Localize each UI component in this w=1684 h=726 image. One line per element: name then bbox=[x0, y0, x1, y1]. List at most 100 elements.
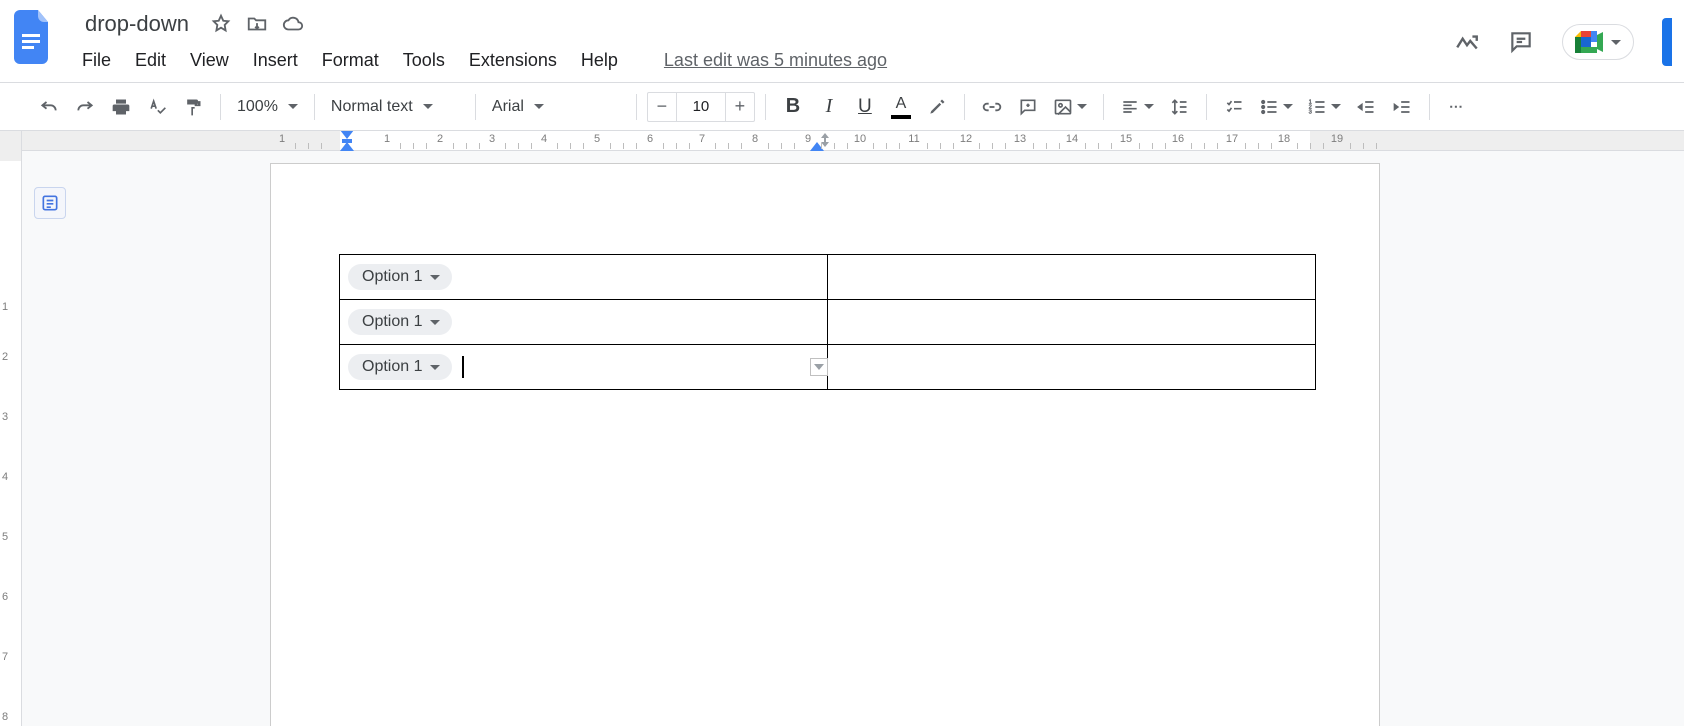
caret-down-icon bbox=[288, 104, 298, 109]
underline-button[interactable]: U bbox=[848, 90, 882, 124]
ruler-tick: 10 bbox=[854, 133, 866, 145]
document-title[interactable]: drop-down bbox=[78, 8, 196, 40]
more-tools-button[interactable]: ⋯ bbox=[1440, 90, 1474, 124]
ruler-tick: 7 bbox=[2, 651, 8, 663]
ruler-tick: 3 bbox=[2, 411, 8, 423]
table-cell[interactable] bbox=[828, 345, 1316, 390]
table-row[interactable]: Option 1 bbox=[340, 255, 1316, 300]
caret-down-icon bbox=[1077, 104, 1087, 109]
ruler-tick: 6 bbox=[647, 133, 653, 145]
ruler-tick: 17 bbox=[1226, 133, 1238, 145]
last-edit-link[interactable]: Last edit was 5 minutes ago bbox=[664, 50, 887, 71]
dropdown-chip[interactable]: Option 1 bbox=[348, 354, 452, 380]
dropdown-chip-label: Option 1 bbox=[362, 313, 422, 331]
menu-file[interactable]: File bbox=[82, 50, 111, 71]
cloud-status-icon[interactable] bbox=[282, 13, 304, 35]
bulleted-list-button[interactable] bbox=[1253, 90, 1299, 124]
meet-icon bbox=[1575, 31, 1603, 53]
ruler-tick: 2 bbox=[2, 351, 8, 363]
table-cell[interactable] bbox=[828, 300, 1316, 345]
bold-button[interactable]: B bbox=[776, 90, 810, 124]
vertical-ruler: 12345678 bbox=[0, 131, 22, 726]
print-button[interactable] bbox=[104, 90, 138, 124]
ruler-tick: 12 bbox=[960, 133, 972, 145]
text-color-button[interactable]: A bbox=[884, 90, 918, 124]
table-row[interactable]: Option 1 bbox=[340, 300, 1316, 345]
star-icon[interactable] bbox=[210, 13, 232, 35]
highlight-button[interactable] bbox=[920, 90, 954, 124]
menu-tools[interactable]: Tools bbox=[403, 50, 445, 71]
move-icon[interactable] bbox=[246, 13, 268, 35]
table-cell[interactable] bbox=[828, 255, 1316, 300]
zoom-value: 100% bbox=[237, 98, 278, 116]
ruler-tick: 14 bbox=[1066, 133, 1078, 145]
menu-view[interactable]: View bbox=[190, 50, 229, 71]
ruler-tick: 5 bbox=[2, 531, 8, 543]
document-table[interactable]: Option 1 Option 1 bbox=[339, 254, 1316, 390]
italic-button[interactable]: I bbox=[812, 90, 846, 124]
checklist-button[interactable] bbox=[1217, 90, 1251, 124]
paint-format-button[interactable] bbox=[176, 90, 210, 124]
font-select[interactable]: Arial bbox=[486, 90, 626, 124]
zoom-select[interactable]: 100% bbox=[231, 90, 304, 124]
font-size-stepper[interactable]: − 10 + bbox=[647, 92, 755, 122]
spellcheck-button[interactable] bbox=[140, 90, 174, 124]
menu-help[interactable]: Help bbox=[581, 50, 618, 71]
menu-extensions[interactable]: Extensions bbox=[469, 50, 557, 71]
table-cell[interactable]: Option 1 bbox=[340, 255, 828, 300]
increase-indent-button[interactable] bbox=[1385, 90, 1419, 124]
numbered-list-button[interactable]: 123 bbox=[1301, 90, 1347, 124]
text-cursor bbox=[462, 356, 464, 378]
horizontal-ruler[interactable]: 112345678910111213141516171819 bbox=[22, 131, 1684, 151]
font-size-value[interactable]: 10 bbox=[676, 93, 726, 121]
share-button-edge[interactable] bbox=[1662, 18, 1672, 66]
caret-down-icon bbox=[1283, 104, 1293, 109]
ruler-tick: 1 bbox=[384, 133, 390, 145]
table-cell[interactable]: Option 1 bbox=[340, 300, 828, 345]
decrease-indent-button[interactable] bbox=[1349, 90, 1383, 124]
ruler-tick: 9 bbox=[805, 133, 811, 145]
ruler-tick: 5 bbox=[594, 133, 600, 145]
menu-edit[interactable]: Edit bbox=[135, 50, 166, 71]
ruler-tick: 6 bbox=[2, 591, 8, 603]
paragraph-style-select[interactable]: Normal text bbox=[325, 90, 465, 124]
caret-down-icon bbox=[430, 320, 440, 325]
triangle-down-icon bbox=[814, 364, 824, 370]
docs-logo-icon[interactable] bbox=[12, 8, 56, 66]
dropdown-chip-label: Option 1 bbox=[362, 268, 422, 286]
ruler-tick: 18 bbox=[1278, 133, 1290, 145]
undo-button[interactable] bbox=[32, 90, 66, 124]
menu-insert[interactable]: Insert bbox=[253, 50, 298, 71]
insert-image-button[interactable] bbox=[1047, 90, 1093, 124]
ruler-tick: 1 bbox=[279, 133, 285, 145]
font-size-plus[interactable]: + bbox=[726, 93, 754, 121]
document-page[interactable]: Option 1 Option 1 bbox=[270, 163, 1380, 726]
ruler-tick: 7 bbox=[699, 133, 705, 145]
table-row[interactable]: Option 1 bbox=[340, 345, 1316, 390]
insert-link-button[interactable] bbox=[975, 90, 1009, 124]
comments-icon[interactable] bbox=[1508, 29, 1534, 55]
table-cell[interactable]: Option 1 bbox=[340, 345, 828, 390]
dropdown-chip[interactable]: Option 1 bbox=[348, 264, 452, 290]
dropdown-chip[interactable]: Option 1 bbox=[348, 309, 452, 335]
caret-down-icon bbox=[423, 104, 433, 109]
ruler-tick: 8 bbox=[752, 133, 758, 145]
svg-text:3: 3 bbox=[1309, 109, 1312, 115]
ruler-tick: 19 bbox=[1331, 133, 1343, 145]
align-button[interactable] bbox=[1114, 90, 1160, 124]
paragraph-style-value: Normal text bbox=[331, 98, 413, 116]
caret-down-icon bbox=[430, 365, 440, 370]
redo-button[interactable] bbox=[68, 90, 102, 124]
activity-icon[interactable] bbox=[1454, 29, 1480, 55]
dropdown-chip-label: Option 1 bbox=[362, 358, 422, 376]
meet-button[interactable] bbox=[1562, 24, 1634, 60]
font-size-minus[interactable]: − bbox=[648, 93, 676, 121]
ruler-tick: 15 bbox=[1120, 133, 1132, 145]
line-spacing-button[interactable] bbox=[1162, 90, 1196, 124]
caret-down-icon bbox=[1611, 40, 1621, 45]
menu-format[interactable]: Format bbox=[322, 50, 379, 71]
ruler-tick: 1 bbox=[2, 301, 8, 313]
cell-dropdown-handle[interactable] bbox=[810, 358, 828, 376]
insert-comment-button[interactable] bbox=[1011, 90, 1045, 124]
ruler-tick: 13 bbox=[1014, 133, 1026, 145]
